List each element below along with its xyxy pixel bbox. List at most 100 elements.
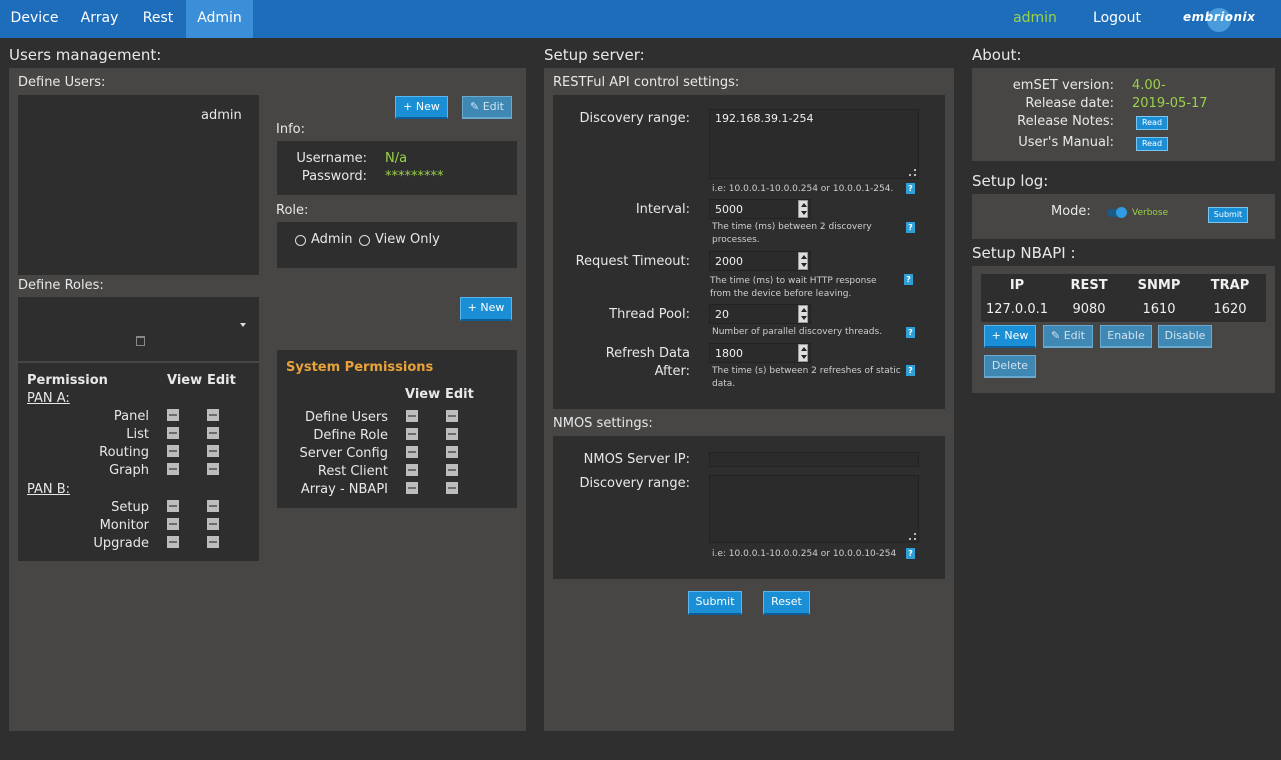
nbapi-cell-rest[interactable]: 9080 (1066, 302, 1112, 317)
refresh-label-line1: Refresh Data (605, 346, 690, 361)
setup-log-panel: Mode: Verbose Submit (972, 194, 1275, 239)
perm-panel-view-checkbox[interactable] (167, 409, 179, 421)
nmos-ip-label: NMOS Server IP: (583, 452, 690, 467)
username-value: N/a (385, 151, 408, 166)
roles-divider (18, 361, 259, 363)
perm-list-edit-checkbox[interactable] (207, 427, 219, 439)
discovery-range-input[interactable]: 192.168.39.1-254 (709, 109, 919, 179)
sys-array-nbapi-edit-checkbox[interactable] (446, 482, 458, 494)
sys-array-nbapi-view-checkbox[interactable] (406, 482, 418, 494)
nbapi-cell-ip[interactable]: 127.0.0.1 (981, 302, 1053, 317)
perm-panel-edit-checkbox[interactable] (207, 409, 219, 421)
perm-upgrade-edit-checkbox[interactable] (207, 536, 219, 548)
help-icon[interactable]: ? (904, 274, 913, 285)
setup-log-title: Setup log: (972, 172, 1049, 190)
help-icon[interactable]: ? (906, 222, 915, 233)
nav-tab-rest[interactable]: Rest (130, 0, 186, 38)
sys-edit-header: Edit (445, 387, 474, 402)
help-icon[interactable]: ? (906, 548, 915, 559)
sys-server-config-view-checkbox[interactable] (406, 446, 418, 458)
users-manual-read-button[interactable]: Read (1136, 137, 1168, 151)
nmos-ip-input[interactable] (709, 452, 919, 467)
top-nav-bar: Device Array Rest Admin admin Logout emb… (0, 0, 1281, 38)
new-user-button[interactable]: + New (395, 96, 448, 119)
interval-spinner-icon[interactable] (798, 200, 808, 218)
role-box: Admin View Only (277, 222, 517, 268)
role-radio-admin[interactable] (295, 235, 306, 246)
thread-pool-input[interactable]: 20 (709, 304, 811, 324)
mode-value: Verbose (1132, 208, 1169, 218)
resize-handle-icon[interactable] (909, 533, 916, 540)
perm-routing-view-checkbox[interactable] (167, 445, 179, 457)
nav-tab-admin[interactable]: Admin (186, 0, 253, 38)
server-reset-button[interactable]: Reset (763, 591, 810, 615)
roles-box: Permission View Edit PAN A: Panel List R… (18, 297, 259, 561)
resize-handle-icon[interactable] (909, 169, 916, 176)
sys-define-role-view-checkbox[interactable] (406, 428, 418, 440)
brand-logo: embrionix (1183, 7, 1255, 32)
sys-define-users-edit-checkbox[interactable] (446, 410, 458, 422)
trash-icon[interactable] (136, 336, 145, 346)
perm-upgrade-view-checkbox[interactable] (167, 536, 179, 548)
new-role-button[interactable]: + New (460, 297, 512, 321)
help-icon[interactable]: ? (906, 327, 915, 338)
nbapi-table: IP REST SNMP TRAP 127.0.0.1 9080 1610 16… (981, 274, 1266, 322)
user-list-item[interactable]: admin (201, 108, 242, 123)
sys-view-header: View (405, 387, 441, 402)
timeout-spinner-icon[interactable] (798, 252, 808, 270)
nav-tab-device[interactable]: Device (0, 0, 69, 38)
perm-panel: Panel (113, 409, 149, 424)
nbapi-cell-trap[interactable]: 1620 (1207, 302, 1253, 317)
nbapi-panel: IP REST SNMP TRAP 127.0.0.1 9080 1610 16… (972, 266, 1275, 393)
nbapi-enable-button[interactable]: Enable (1100, 325, 1152, 348)
nbapi-new-button[interactable]: + New (984, 325, 1036, 348)
perm-graph-view-checkbox[interactable] (167, 463, 179, 475)
sys-server-config-edit-checkbox[interactable] (446, 446, 458, 458)
info-box: Username: N/a Password: ********* (277, 141, 517, 195)
system-permissions-title: System Permissions (286, 360, 434, 375)
logout-link[interactable]: Logout (1088, 0, 1146, 38)
refresh-spinner-icon[interactable] (798, 344, 808, 362)
thread-pool-value: 20 (715, 308, 729, 321)
nbapi-cell-snmp[interactable]: 1610 (1136, 302, 1182, 317)
nmos-discovery-input[interactable] (709, 475, 919, 543)
sys-perm-array-nbapi: Array - NBAPI (300, 482, 388, 497)
timeout-help: The time (ms) to wait HTTP response from… (710, 276, 877, 299)
interval-input[interactable]: 5000 (709, 199, 811, 219)
perm-list-view-checkbox[interactable] (167, 427, 179, 439)
version-label: emSET version: (1012, 78, 1114, 93)
user-list: admin (18, 95, 259, 275)
nbapi-edit-button[interactable]: ✎ Edit (1043, 325, 1093, 348)
help-icon[interactable]: ? (906, 183, 915, 194)
perm-graph-edit-checkbox[interactable] (207, 463, 219, 475)
role-dropdown-caret-icon[interactable] (240, 323, 246, 327)
perm-setup-view-checkbox[interactable] (167, 500, 179, 512)
sys-perm-define-role: Define Role (313, 428, 388, 443)
perm-routing-edit-checkbox[interactable] (207, 445, 219, 457)
nbapi-delete-button[interactable]: Delete (984, 355, 1036, 378)
interval-value: 5000 (715, 203, 743, 216)
server-submit-button[interactable]: Submit (688, 591, 742, 615)
setup-server-title: Setup server: (544, 46, 645, 64)
sys-rest-client-edit-checkbox[interactable] (446, 464, 458, 476)
timeout-input[interactable]: 2000 (709, 251, 811, 271)
sys-perm-define-users: Define Users (305, 410, 388, 425)
perm-monitor-edit-checkbox[interactable] (207, 518, 219, 530)
thread-pool-spinner-icon[interactable] (798, 305, 808, 323)
sys-define-users-view-checkbox[interactable] (406, 410, 418, 422)
sys-rest-client-view-checkbox[interactable] (406, 464, 418, 476)
role-radio-viewonly[interactable] (359, 235, 370, 246)
edit-user-button[interactable]: ✎ Edit (462, 96, 512, 119)
perm-setup-edit-checkbox[interactable] (207, 500, 219, 512)
refresh-input[interactable]: 1800 (709, 343, 811, 363)
sys-define-role-edit-checkbox[interactable] (446, 428, 458, 440)
help-icon[interactable]: ? (906, 365, 915, 376)
perm-monitor-view-checkbox[interactable] (167, 518, 179, 530)
toggle-knob-icon[interactable] (1116, 207, 1127, 218)
nbapi-header-trap: TRAP (1210, 278, 1250, 293)
nav-user[interactable]: admin (1008, 0, 1062, 38)
log-submit-button[interactable]: Submit (1208, 207, 1248, 223)
nav-tab-array[interactable]: Array (69, 0, 130, 38)
release-notes-read-button[interactable]: Read (1136, 116, 1168, 130)
nbapi-disable-button[interactable]: Disable (1158, 325, 1212, 348)
